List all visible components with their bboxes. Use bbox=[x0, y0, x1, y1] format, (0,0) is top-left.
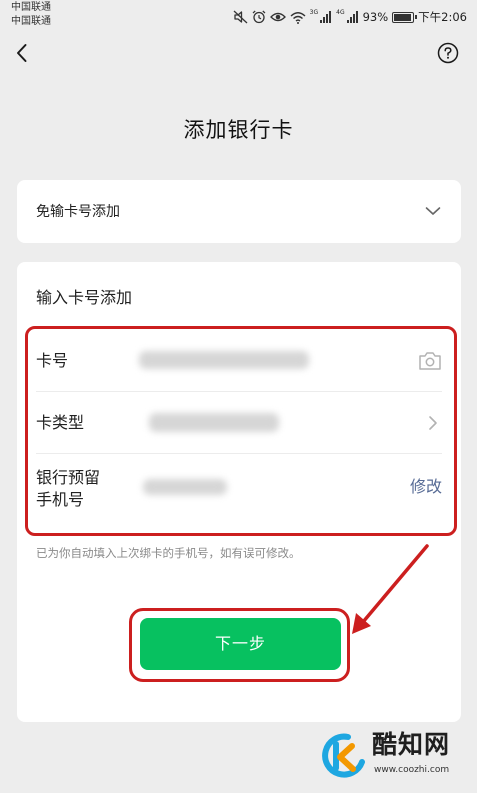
watermark-title: 酷知网 bbox=[372, 730, 451, 759]
form-highlight-box bbox=[25, 326, 457, 536]
help-button[interactable] bbox=[437, 42, 459, 64]
autofill-hint: 已为你自动填入上次绑卡的手机号，如有误可修改。 bbox=[36, 546, 301, 560]
clock: 下午2:06 bbox=[418, 10, 467, 24]
quick-add-label: 免输卡号添加 bbox=[36, 204, 120, 220]
battery-icon bbox=[392, 11, 417, 23]
section-title: 输入卡号添加 bbox=[36, 288, 133, 307]
carrier-label-secondary: 中国联通 bbox=[11, 16, 51, 27]
question-circle-icon bbox=[437, 42, 459, 64]
battery-percent: 93% bbox=[362, 10, 389, 24]
status-bar: 中国联通 中国联通 3G 4G 93% 下午2:06 bbox=[0, 0, 477, 34]
quick-add-card[interactable]: 免输卡号添加 bbox=[17, 180, 461, 243]
chevron-left-icon bbox=[17, 44, 27, 62]
watermark-url: www.coozhi.com bbox=[374, 765, 450, 775]
signal-icon-secondary bbox=[346, 11, 358, 23]
watermark-logo bbox=[322, 733, 365, 778]
mute-icon bbox=[233, 10, 248, 24]
network-type-label-secondary: 4G bbox=[336, 9, 345, 16]
watermark: 酷知网 www.coozhi.com bbox=[318, 728, 468, 786]
signal-icon bbox=[320, 11, 332, 23]
button-highlight-box bbox=[129, 608, 350, 682]
wifi-icon bbox=[290, 11, 306, 24]
network-type-label: 3G bbox=[309, 9, 319, 16]
page-title: 添加银行卡 bbox=[183, 118, 294, 142]
alarm-icon bbox=[252, 10, 266, 24]
back-button[interactable] bbox=[10, 40, 36, 66]
carrier-label: 中国联通 bbox=[11, 2, 51, 13]
eye-icon bbox=[269, 12, 286, 22]
status-icons: 3G 4G 93% 下午2:06 bbox=[233, 9, 467, 25]
chevron-down-icon bbox=[425, 207, 441, 215]
